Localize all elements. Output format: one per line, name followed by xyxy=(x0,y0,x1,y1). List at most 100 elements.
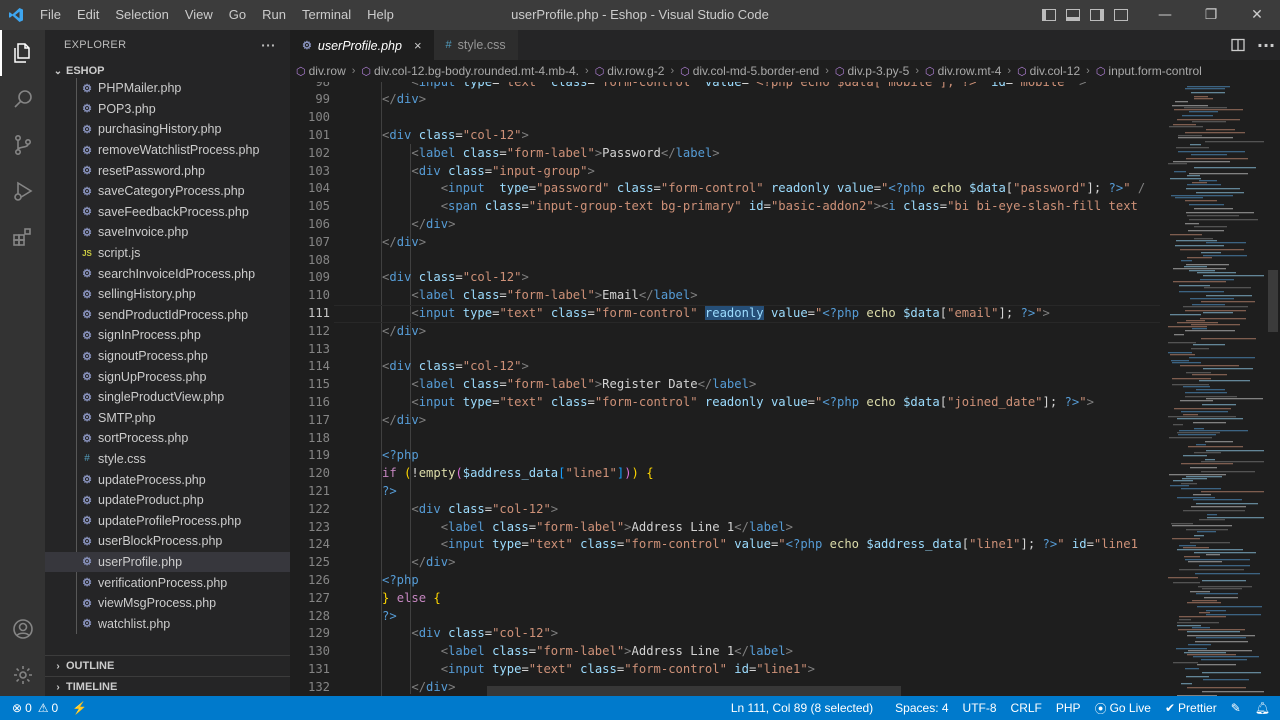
customize-layout-icon[interactable] xyxy=(1114,9,1128,21)
file-item[interactable]: ⚙ saveFeedbackProcess.php xyxy=(45,202,290,223)
code-line[interactable]: 124 <input type="text" class="form-contr… xyxy=(290,536,1160,554)
code-line[interactable]: 111 <input type="text" class="form-contr… xyxy=(290,304,1160,323)
minimap[interactable] xyxy=(1160,82,1272,697)
code-line[interactable]: 117 </div> xyxy=(290,412,1160,430)
file-item[interactable]: # style.css xyxy=(45,449,290,470)
sync-icon[interactable]: ⚡ xyxy=(65,701,94,715)
code-line[interactable]: 113 xyxy=(290,341,1160,359)
menu-view[interactable]: View xyxy=(177,0,221,30)
menu-terminal[interactable]: Terminal xyxy=(294,0,359,30)
file-item[interactable]: JS script.js xyxy=(45,243,290,264)
file-item[interactable]: ⚙ userProfile.php xyxy=(45,551,290,573)
code-line[interactable]: 119 <?php xyxy=(290,447,1160,465)
toggle-panel-icon[interactable] xyxy=(1066,9,1080,21)
toggle-sidebar-icon[interactable] xyxy=(1042,9,1056,21)
horizontal-scrollbar[interactable] xyxy=(487,686,901,696)
accounts-icon[interactable] xyxy=(0,606,45,652)
menu-help[interactable]: Help xyxy=(359,0,402,30)
code-line[interactable]: 104 <input type="password" class="form-c… xyxy=(290,180,1160,198)
feedback-icon[interactable]: ✎ xyxy=(1224,701,1248,715)
file-item[interactable]: ⚙ watchlist.php xyxy=(45,613,290,634)
prettier-button[interactable]: ✔ Prettier xyxy=(1158,701,1224,715)
code-line[interactable]: 100 xyxy=(290,109,1160,127)
code-line[interactable]: 115 <label class="form-label">Register D… xyxy=(290,376,1160,394)
file-item[interactable]: ⚙ signoutProcess.php xyxy=(45,346,290,367)
encoding[interactable]: UTF-8 xyxy=(956,701,1004,715)
code-line[interactable]: 130 <label class="form-label">Address Li… xyxy=(290,643,1160,661)
explorer-more-actions-icon[interactable]: ··· xyxy=(261,37,276,53)
source-control-icon[interactable] xyxy=(0,122,45,168)
code-line[interactable]: 118 xyxy=(290,430,1160,448)
file-item[interactable]: ⚙ userBlockProcess.php xyxy=(45,531,290,552)
manage-gear-icon[interactable] xyxy=(0,652,45,698)
file-item[interactable]: ⚙ updateProcess.php xyxy=(45,469,290,490)
menu-edit[interactable]: Edit xyxy=(69,0,107,30)
end-of-line[interactable]: CRLF xyxy=(1004,701,1049,715)
code-line[interactable]: 102 <label class="form-label">Password</… xyxy=(290,145,1160,163)
extensions-icon[interactable] xyxy=(0,214,45,260)
code-line[interactable]: 129 <div class="col-12"> xyxy=(290,625,1160,643)
code-line[interactable]: 127} else { xyxy=(290,590,1160,608)
minimize-button[interactable]: — xyxy=(1142,0,1188,30)
breadcrumb-item[interactable]: › ⬡ input.form-control xyxy=(1080,64,1202,78)
search-icon[interactable] xyxy=(0,76,45,122)
code-line[interactable]: 105 <span class="input-group-text bg-pri… xyxy=(290,198,1160,216)
problems-indicator[interactable]: ⊗ 0 ⚠ 0 xyxy=(0,701,65,715)
file-item[interactable]: ⚙ signInProcess.php xyxy=(45,325,290,346)
code-line[interactable]: 120 if (!empty($address_data["line1"])) { xyxy=(290,465,1160,483)
file-item[interactable]: ⚙ singleProductView.php xyxy=(45,387,290,408)
file-item[interactable]: ⚙ verificationProcess.php xyxy=(45,572,290,593)
code-line[interactable]: 131 <input type="text" class="form-contr… xyxy=(290,661,1160,679)
go-live-button[interactable]: ⦿ Go Live xyxy=(1088,700,1158,717)
outline-section[interactable]: › OUTLINE xyxy=(45,655,290,676)
file-item[interactable]: ⚙ purchasingHistory.php xyxy=(45,119,290,140)
vertical-scrollbar[interactable] xyxy=(1268,270,1278,332)
code-line[interactable]: 101 <div class="col-12"> xyxy=(290,127,1160,145)
file-item[interactable]: ⚙ signUpProcess.php xyxy=(45,366,290,387)
code-line[interactable]: 110 <label class="form-label">Email</lab… xyxy=(290,287,1160,305)
file-item[interactable]: ⚙ updateProduct.php xyxy=(45,490,290,511)
code-line[interactable]: 103 <div class="input-group"> xyxy=(290,163,1160,181)
close-tab-icon[interactable]: × xyxy=(414,38,422,53)
code-line[interactable]: 121 ?> xyxy=(290,483,1160,501)
menu-file[interactable]: File xyxy=(32,0,69,30)
more-actions-icon[interactable]: ··· xyxy=(1252,36,1280,55)
close-button[interactable]: ✕ xyxy=(1234,0,1280,30)
explorer-icon[interactable] xyxy=(0,30,45,76)
breadcrumb-item[interactable]: › ⬡ div.col-12.bg-body.rounded.mt-4.mb-4. xyxy=(346,64,579,78)
code-line[interactable]: 98 <input type="text" class="form-contro… xyxy=(290,82,1160,91)
code-line[interactable]: 123 <label class="form-label">Address Li… xyxy=(290,519,1160,537)
language-mode[interactable]: PHP xyxy=(1049,701,1088,715)
file-item[interactable]: ⚙ removeWatchlistProcess.php xyxy=(45,140,290,161)
file-item[interactable]: ⚙ searchInvoiceIdProcess.php xyxy=(45,263,290,284)
code-line[interactable]: 99 </div> xyxy=(290,91,1160,109)
code-line[interactable]: 125 </div> xyxy=(290,554,1160,572)
file-item[interactable]: ⚙ sendProductIdProcess.php xyxy=(45,305,290,326)
code-line[interactable]: 107 </div> xyxy=(290,234,1160,252)
menu-selection[interactable]: Selection xyxy=(107,0,176,30)
file-item[interactable]: ⚙ saveCategoryProcess.php xyxy=(45,181,290,202)
code-line[interactable]: 126 <?php xyxy=(290,572,1160,590)
breadcrumb-item[interactable]: › ⬡ div.row.mt-4 xyxy=(909,64,1001,78)
toggle-secondary-sidebar-icon[interactable] xyxy=(1090,9,1104,21)
code-line[interactable]: 116 <input type="text" class="form-contr… xyxy=(290,394,1160,412)
file-item[interactable]: ⚙ saveInvoice.php xyxy=(45,222,290,243)
tab-userprofile[interactable]: ⚙ userProfile.php × xyxy=(290,30,434,60)
code-editor[interactable]: 98 <input type="text" class="form-contro… xyxy=(290,82,1280,696)
timeline-section[interactable]: › TIMELINE xyxy=(45,676,290,697)
file-item[interactable]: ⚙ POP3.php xyxy=(45,99,290,120)
restore-button[interactable]: ❐ xyxy=(1188,0,1234,30)
file-item[interactable]: ⚙ sortProcess.php xyxy=(45,428,290,449)
file-item[interactable]: ⚙ PHPMailer.php xyxy=(45,78,290,99)
code-line[interactable]: 108 xyxy=(290,252,1160,270)
tab-style-css[interactable]: # style.css xyxy=(433,30,518,60)
run-debug-icon[interactable] xyxy=(0,168,45,214)
menu-run[interactable]: Run xyxy=(254,0,294,30)
cursor-position[interactable]: Ln 111, Col 89 (8 selected) xyxy=(724,701,880,715)
file-item[interactable]: ⚙ updateProfileProcess.php xyxy=(45,510,290,531)
code-line[interactable]: 122 <div class="col-12"> xyxy=(290,501,1160,519)
code-line[interactable]: 109 <div class="col-12"> xyxy=(290,269,1160,287)
file-item[interactable]: ⚙ sellingHistory.php xyxy=(45,284,290,305)
file-item[interactable]: ⚙ viewMsgProcess.php xyxy=(45,593,290,614)
code-line[interactable]: 106 </div> xyxy=(290,216,1160,234)
